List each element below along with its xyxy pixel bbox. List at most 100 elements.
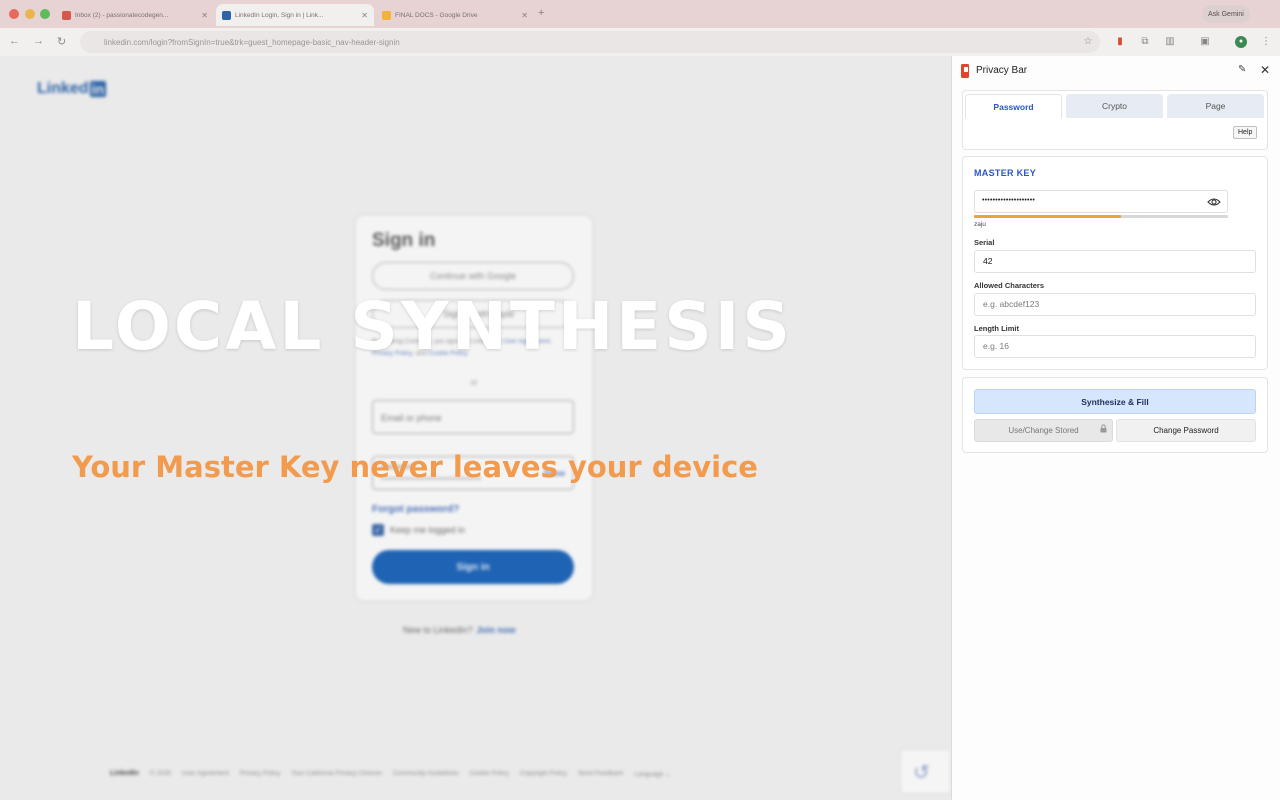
length-limit-input[interactable]: e.g. 16 bbox=[974, 335, 1256, 358]
key-strength-fill bbox=[974, 215, 1122, 218]
synthesize-fill-button[interactable]: Synthesize & Fill bbox=[974, 389, 1256, 414]
logo-text: Linked bbox=[37, 80, 89, 97]
master-key-value: •••••••••••••••••••• bbox=[982, 197, 1036, 204]
url-text: linkedin.com/login?fromSignIn=true&trk=g… bbox=[104, 37, 400, 47]
sign-in-button[interactable]: Sign in bbox=[372, 550, 574, 584]
footer-link[interactable]: Privacy Policy bbox=[240, 770, 280, 778]
tab-page[interactable]: Page bbox=[1167, 94, 1264, 118]
key-hint: zaju bbox=[974, 221, 986, 228]
footer-logo: LinkedIn bbox=[110, 770, 139, 777]
master-key-section: MASTER KEY •••••••••••••••••••• zaju Ser… bbox=[962, 156, 1268, 370]
tab-title: LinkedIn Login, Sign in | Link... bbox=[235, 11, 324, 19]
tab-title: Inbox (2) - passionatecodegen... bbox=[75, 11, 169, 19]
email-field[interactable]: Email or phone bbox=[372, 400, 574, 434]
page-footer: LinkedIn © 2026 User Agreement Privacy P… bbox=[110, 770, 671, 778]
address-bar[interactable]: linkedin.com/login?fromSignIn=true&trk=g… bbox=[80, 31, 1100, 53]
use-stored-label: Use/Change Stored bbox=[1008, 426, 1079, 435]
close-window-button[interactable] bbox=[9, 9, 19, 19]
change-password-label: Change Password bbox=[1153, 426, 1219, 435]
overlay-subtitle: Your Master Key never leaves your device bbox=[72, 450, 758, 484]
profile-avatar[interactable]: ● bbox=[1235, 36, 1247, 48]
tab-label: Page bbox=[1205, 101, 1226, 111]
keep-logged-in-checkbox[interactable]: ✓ bbox=[372, 524, 384, 536]
eye-icon[interactable] bbox=[1207, 195, 1221, 209]
google-button-label: Continue with Google bbox=[429, 271, 517, 281]
ask-gemini-button[interactable]: Ask Gemini bbox=[1202, 5, 1250, 23]
new-to-linkedin: New to LinkedIn? Join now bbox=[403, 625, 516, 635]
privacy-bar-panel: Privacy Bar ✎ ✕ Password Crypto Page Hel… bbox=[951, 56, 1280, 800]
help-button[interactable]: Help bbox=[1233, 126, 1258, 139]
close-panel-icon[interactable]: ✕ bbox=[1260, 63, 1270, 77]
forward-icon[interactable]: → bbox=[33, 35, 44, 47]
browser-tab-bar: Inbox (2) - passionatecodegen... ✕ Linke… bbox=[0, 0, 1280, 28]
side-panel-icon[interactable]: ▥ bbox=[1164, 36, 1176, 48]
browser-tab-linkedin[interactable]: LinkedIn Login, Sign in | Link... ✕ bbox=[216, 4, 374, 26]
browser-tab-drive[interactable]: FINAL DOCS - Google Drive ✕ bbox=[376, 4, 534, 26]
close-tab-icon[interactable]: ✕ bbox=[521, 11, 528, 20]
lock-icon bbox=[1100, 424, 1107, 433]
footer-link[interactable]: Community Guidelines bbox=[393, 770, 458, 778]
privacy-bar-logo-icon bbox=[961, 64, 969, 78]
join-now-link[interactable]: Join now bbox=[477, 625, 516, 635]
change-password-button[interactable]: Change Password bbox=[1116, 419, 1256, 442]
master-key-heading: MASTER KEY bbox=[974, 168, 1037, 178]
extensions-puzzle-icon[interactable]: ⧉ bbox=[1139, 36, 1151, 48]
footer-link[interactable]: Copyright Policy bbox=[520, 770, 567, 778]
browser-tab-gmail[interactable]: Inbox (2) - passionatecodegen... ✕ bbox=[56, 4, 214, 26]
master-key-input[interactable]: •••••••••••••••••••• bbox=[974, 190, 1228, 213]
gmail-favicon-icon bbox=[62, 10, 71, 20]
recaptcha-icon: ↺ bbox=[913, 762, 930, 784]
keep-logged-in-label: Keep me logged in bbox=[390, 525, 466, 535]
blurred-page-content: Linked in Sign in Continue with Google ●… bbox=[0, 56, 951, 800]
tab-label: Password bbox=[993, 101, 1034, 112]
tab-label: Crypto bbox=[1101, 101, 1128, 111]
length-limit-label: Length Limit bbox=[974, 324, 1019, 333]
browser-toolbar: ← → ↻ linkedin.com/login?fromSignIn=true… bbox=[0, 28, 1280, 56]
drive-favicon-icon bbox=[382, 10, 391, 20]
use-change-stored-button[interactable]: Use/Change Stored bbox=[974, 419, 1113, 442]
linkedin-logo[interactable]: Linked in bbox=[37, 80, 107, 98]
close-tab-icon[interactable]: ✕ bbox=[201, 11, 208, 20]
allowed-characters-label: Allowed Characters bbox=[974, 281, 1045, 290]
webpage-linkedin-login: Linked in Sign in Continue with Google ●… bbox=[0, 56, 951, 800]
serial-label: Serial bbox=[974, 238, 995, 247]
footer-link[interactable]: User Agreement bbox=[182, 770, 229, 778]
sign-in-label: Sign in bbox=[456, 561, 490, 573]
reload-icon[interactable]: ↻ bbox=[57, 35, 66, 48]
footer-link[interactable]: Language ⌄ bbox=[634, 770, 670, 778]
overlay-title: LOCAL SYNTHESIS bbox=[72, 288, 793, 365]
panel-header: Privacy Bar ✎ ✕ bbox=[952, 56, 1280, 86]
new-tab-button[interactable]: + bbox=[538, 7, 544, 19]
tab-crypto[interactable]: Crypto bbox=[1066, 94, 1163, 118]
back-icon[interactable]: ← bbox=[9, 35, 20, 47]
footer-link[interactable]: Cookie Policy bbox=[469, 770, 508, 778]
unpin-icon[interactable]: ✎ bbox=[1238, 64, 1246, 75]
synthesize-label: Synthesize & Fill bbox=[1081, 396, 1149, 407]
footer-copyright: © 2026 bbox=[149, 770, 171, 777]
recaptcha-badge[interactable]: ↺ bbox=[900, 749, 951, 794]
footer-link[interactable]: Send Feedback bbox=[578, 770, 624, 778]
privacy-bar-extension-icon[interactable]: ▮ bbox=[1114, 36, 1126, 48]
linkedin-favicon-icon bbox=[222, 10, 231, 20]
continue-with-google-button[interactable]: Continue with Google bbox=[372, 262, 574, 290]
minimize-window-button[interactable] bbox=[25, 9, 35, 19]
browser-menu-icon[interactable]: ⋮ bbox=[1260, 36, 1272, 48]
panel-title: Privacy Bar bbox=[976, 65, 1028, 76]
footer-link[interactable]: Your California Privacy Choices bbox=[291, 770, 382, 778]
serial-input[interactable]: 42 bbox=[974, 250, 1256, 273]
email-label: Email or phone bbox=[381, 413, 442, 423]
panel-tabs-container: Password Crypto Page Help bbox=[962, 90, 1268, 150]
signin-card: Sign in Continue with Google ● Sign in w… bbox=[356, 216, 592, 600]
tab-title: FINAL DOCS - Google Drive bbox=[395, 11, 478, 19]
forgot-password-link[interactable]: Forgot password? bbox=[372, 504, 459, 515]
tab-search-icon[interactable]: ▣ bbox=[1199, 36, 1211, 48]
tab-password[interactable]: Password bbox=[965, 94, 1062, 118]
new-to-text: New to LinkedIn? bbox=[403, 625, 473, 635]
bookmark-star-icon[interactable]: ☆ bbox=[1082, 36, 1094, 48]
zoom-window-button[interactable] bbox=[40, 9, 50, 19]
or-divider: or bbox=[470, 378, 478, 387]
close-tab-icon[interactable]: ✕ bbox=[361, 11, 368, 20]
logo-in: in bbox=[89, 81, 107, 97]
allowed-characters-input[interactable]: e.g. abcdef123 bbox=[974, 293, 1256, 316]
actions-section: Synthesize & Fill Use/Change Stored Chan… bbox=[962, 377, 1268, 453]
